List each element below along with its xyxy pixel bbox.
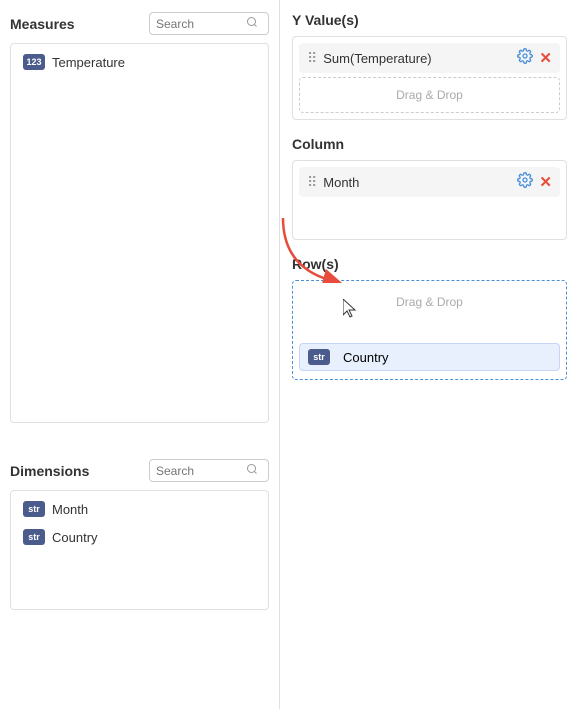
country-row-chip: str Country <box>299 343 560 371</box>
month-label: Month <box>52 502 88 517</box>
month-gear-icon[interactable] <box>517 172 533 192</box>
measures-title: Measures <box>10 16 75 32</box>
left-panel: Measures 123 Temperature Dimensions <box>0 0 280 709</box>
month-chip-left: ⠿ Month <box>307 174 359 191</box>
measures-list: 123 Temperature <box>10 43 269 423</box>
dimensions-title: Dimensions <box>10 463 89 479</box>
dimensions-search-input[interactable] <box>156 464 246 478</box>
sum-temperature-gear-icon[interactable] <box>517 48 533 68</box>
measures-search-icon <box>246 16 258 31</box>
dimensions-list: str Month str Country <box>10 490 269 610</box>
month-close-icon[interactable]: ✕ <box>539 173 552 191</box>
dimension-item-country[interactable]: str Country <box>15 523 264 551</box>
country-row-label: Country <box>343 350 389 365</box>
column-title: Column <box>292 136 567 152</box>
sum-temperature-actions: ✕ <box>517 48 552 68</box>
rows-drop-zone[interactable]: Drag & Drop str Country <box>292 280 567 380</box>
y-values-title: Y Value(s) <box>292 12 567 28</box>
month-badge: str <box>23 501 45 517</box>
y-values-drop-zone[interactable]: ⠿ Sum(Temperature) ✕ Drag & Drop <box>292 36 567 120</box>
sum-temperature-chip: ⠿ Sum(Temperature) ✕ <box>299 43 560 73</box>
temperature-label: Temperature <box>52 55 125 70</box>
month-chip-label: Month <box>323 175 359 190</box>
measure-item-temperature[interactable]: 123 Temperature <box>15 48 264 76</box>
dimension-item-month[interactable]: str Month <box>15 495 264 523</box>
country-badge: str <box>23 529 45 545</box>
y-values-drag-drop[interactable]: Drag & Drop <box>299 77 560 113</box>
dimensions-section: Dimensions str Month str Country <box>10 459 269 610</box>
measures-search-box[interactable] <box>149 12 269 35</box>
month-actions: ✕ <box>517 172 552 192</box>
month-chip: ⠿ Month ✕ <box>299 167 560 197</box>
temperature-badge: 123 <box>23 54 45 70</box>
country-row-badge: str <box>308 349 330 365</box>
rows-section: Row(s) Drag & Drop str Country <box>292 256 567 697</box>
right-panel: Y Value(s) ⠿ Sum(Temperature) ✕ <box>280 0 579 709</box>
sum-temperature-drag-handle[interactable]: ⠿ <box>307 50 317 67</box>
y-values-section: Y Value(s) ⠿ Sum(Temperature) ✕ <box>292 12 567 120</box>
sum-temperature-close-icon[interactable]: ✕ <box>539 49 552 67</box>
measures-section: Measures 123 Temperature <box>10 12 269 439</box>
cursor-svg <box>343 299 357 319</box>
month-drag-handle[interactable]: ⠿ <box>307 174 317 191</box>
drag-arrow-svg <box>273 213 383 283</box>
dimensions-header: Dimensions <box>10 459 269 482</box>
measures-search-input[interactable] <box>156 17 246 31</box>
sum-temperature-left: ⠿ Sum(Temperature) <box>307 50 432 67</box>
measures-header: Measures <box>10 12 269 35</box>
country-label: Country <box>52 530 98 545</box>
dimensions-search-icon <box>246 463 258 478</box>
rows-drag-drop-label: Drag & Drop <box>299 287 560 313</box>
dimensions-search-box[interactable] <box>149 459 269 482</box>
sum-temperature-label: Sum(Temperature) <box>323 51 431 66</box>
